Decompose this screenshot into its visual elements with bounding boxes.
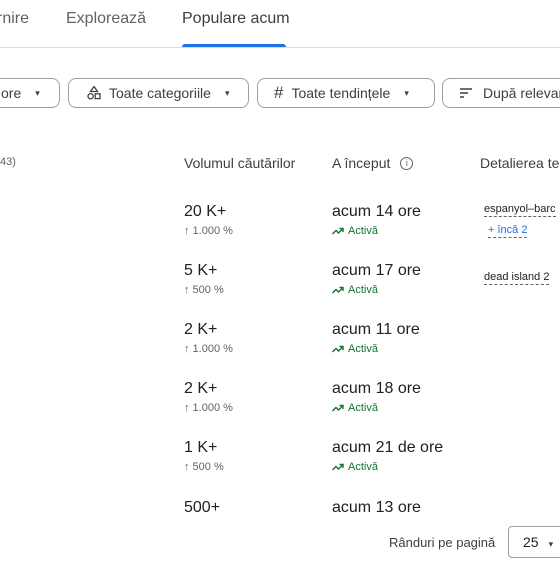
time-filter-label: ore	[1, 85, 22, 101]
row-status: Activă	[332, 461, 378, 473]
row-volume: 500+	[184, 499, 221, 516]
row-breakdown-more-link[interactable]: + încă 2	[488, 223, 528, 238]
chevron-down-icon: ▾	[35, 87, 40, 98]
row-percent-increase: ↑ 500 %	[184, 461, 224, 473]
row-status-label: Activă	[348, 343, 378, 355]
row-status: Activă	[332, 343, 378, 355]
trend-filter-chip[interactable]: # Toate tendințele ▾	[257, 78, 435, 108]
row-started: acum 21 de ore	[332, 439, 444, 456]
row-started: acum 14 ore	[332, 203, 421, 220]
row-percent-increase: ↑ 1.000 %	[184, 225, 233, 237]
col-search-volume[interactable]: Volumul căutărilor	[184, 155, 295, 171]
row-status: Activă	[332, 402, 378, 414]
category-filter-label: Toate categoriile	[109, 85, 211, 101]
row-volume: 20 K+	[184, 203, 227, 220]
col-started[interactable]: A început i	[332, 155, 414, 171]
trending-up-icon	[332, 404, 344, 412]
row-volume: 1 K+	[184, 439, 218, 456]
category-filter-chip[interactable]: Toate categoriile ▾	[68, 78, 249, 108]
trending-up-icon	[332, 463, 344, 471]
col-trend-breakdown: Detalierea ten	[480, 155, 560, 171]
row-started: acum 11 ore	[332, 321, 420, 338]
hash-icon: #	[274, 83, 284, 102]
category-shapes-icon	[87, 86, 101, 100]
trend-filter-label: Toate tendințele	[291, 85, 391, 101]
row-started: acum 17 ore	[332, 262, 421, 279]
rows-per-page-select[interactable]: 25 ▾	[508, 526, 560, 558]
row-status: Activă	[332, 284, 378, 296]
row-status-label: Activă	[348, 402, 378, 414]
row-volume: 2 K+	[184, 380, 218, 397]
time-filter-chip[interactable]: ore ▾	[0, 78, 60, 108]
chevron-down-icon: ▾	[548, 539, 554, 549]
info-icon[interactable]: i	[400, 156, 414, 170]
trending-up-icon	[332, 345, 344, 353]
chevron-down-icon: ▾	[404, 87, 409, 98]
rows-per-page-value: 25	[523, 534, 539, 550]
sort-chip[interactable]: După relevanță	[442, 78, 560, 108]
tab-partial[interactable]: rnire	[0, 10, 29, 28]
row-volume: 2 K+	[184, 321, 218, 338]
rows-per-page-label: Rânduri pe pagină	[389, 535, 496, 550]
row-started: acum 18 ore	[332, 380, 421, 397]
tab-explore[interactable]: Explorează	[66, 10, 146, 28]
row-percent-increase: ↑ 1.000 %	[184, 402, 233, 414]
row-breakdown-query[interactable]: dead island 2	[484, 270, 550, 285]
row-percent-increase: ↑ 1.000 %	[184, 343, 233, 355]
tabs-divider	[0, 47, 560, 48]
results-count: 43)	[0, 156, 16, 168]
sort-label: După relevanță	[483, 85, 560, 101]
tab-trending-now[interactable]: Populare acum	[182, 10, 290, 28]
row-status-label: Activă	[348, 225, 378, 237]
row-started: acum 13 ore	[332, 499, 421, 516]
col-started-label: A început	[332, 155, 391, 171]
sort-lines-icon	[460, 88, 472, 98]
row-status-label: Activă	[348, 284, 378, 296]
row-percent-increase: ↑ 500 %	[184, 284, 224, 296]
trending-up-icon	[332, 227, 344, 235]
row-status: Activă	[332, 225, 378, 237]
trending-up-icon	[332, 286, 344, 294]
chevron-down-icon: ▾	[224, 87, 230, 98]
row-volume: 5 K+	[184, 262, 218, 279]
row-status-label: Activă	[348, 461, 378, 473]
row-breakdown-query[interactable]: espanyol–barc	[484, 202, 556, 217]
